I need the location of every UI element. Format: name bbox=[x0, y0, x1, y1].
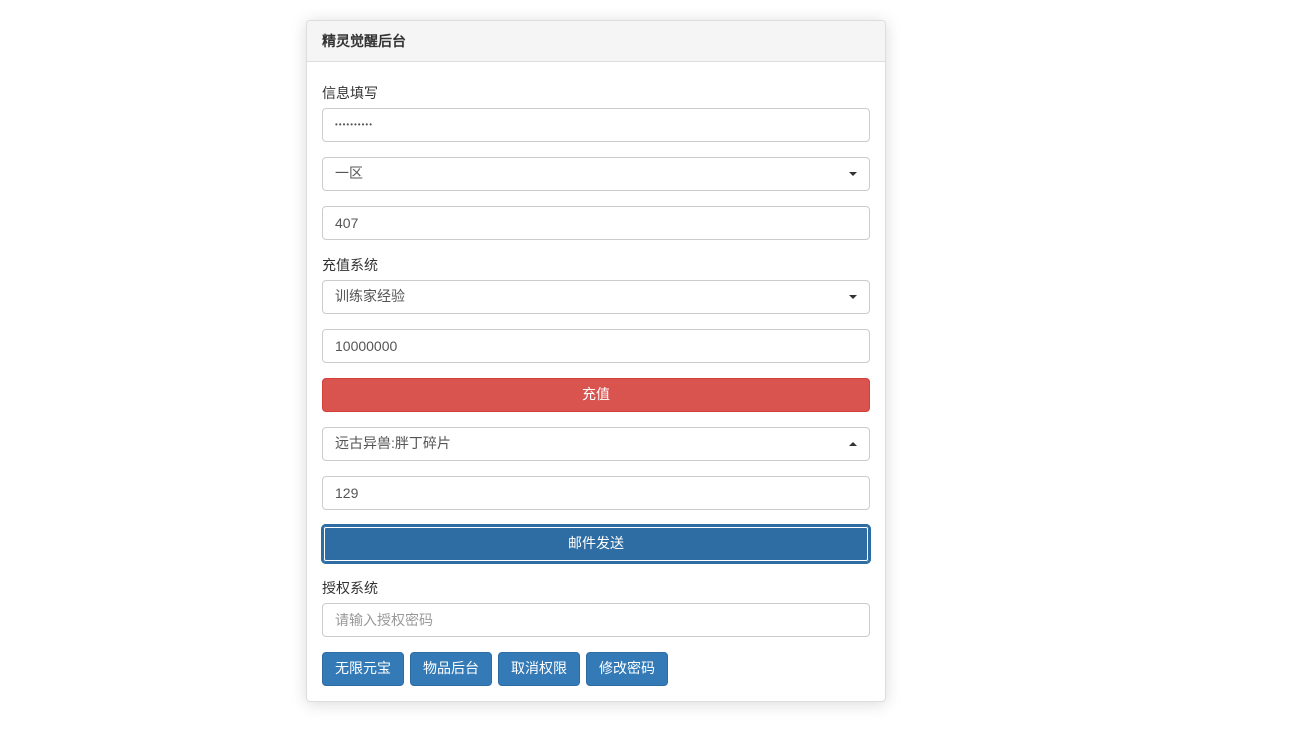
recharge-type-select[interactable]: 训练家经验 bbox=[322, 280, 870, 314]
panel-title: 精灵觉醒后台 bbox=[307, 21, 885, 62]
password-value: •••••••••• bbox=[335, 119, 373, 130]
recharge-amount-input[interactable] bbox=[322, 329, 870, 363]
admin-panel: 精灵觉醒后台 信息填写 •••••••••• 一区 充值系统 训练家经验 充值 … bbox=[306, 20, 886, 702]
unlimited-gold-button[interactable]: 无限元宝 bbox=[322, 652, 404, 686]
recharge-section-label: 充值系统 bbox=[322, 255, 870, 275]
item-backend-button[interactable]: 物品后台 bbox=[410, 652, 492, 686]
panel-body: 信息填写 •••••••••• 一区 充值系统 训练家经验 充值 远古异兽:胖丁… bbox=[307, 62, 885, 701]
item-select[interactable]: 远古异兽:胖丁碎片 bbox=[322, 427, 870, 461]
item-count-input[interactable] bbox=[322, 476, 870, 510]
chevron-up-icon bbox=[849, 442, 857, 446]
info-section-label: 信息填写 bbox=[322, 83, 870, 103]
item-selected-label: 远古异兽:胖丁碎片 bbox=[335, 434, 451, 454]
mail-send-button[interactable]: 邮件发送 bbox=[322, 525, 870, 563]
password-input[interactable]: •••••••••• bbox=[322, 108, 870, 142]
cancel-auth-button[interactable]: 取消权限 bbox=[498, 652, 580, 686]
recharge-type-label: 训练家经验 bbox=[335, 287, 405, 307]
chevron-down-icon bbox=[849, 295, 857, 299]
recharge-button[interactable]: 充值 bbox=[322, 378, 870, 412]
change-password-button[interactable]: 修改密码 bbox=[586, 652, 668, 686]
auth-section-label: 授权系统 bbox=[322, 578, 870, 598]
chevron-down-icon bbox=[849, 172, 857, 176]
auth-password-input[interactable] bbox=[322, 603, 870, 637]
zone-select[interactable]: 一区 bbox=[322, 157, 870, 191]
action-button-row: 无限元宝 物品后台 取消权限 修改密码 bbox=[322, 652, 870, 686]
number-input[interactable] bbox=[322, 206, 870, 240]
zone-selected-label: 一区 bbox=[335, 164, 363, 184]
